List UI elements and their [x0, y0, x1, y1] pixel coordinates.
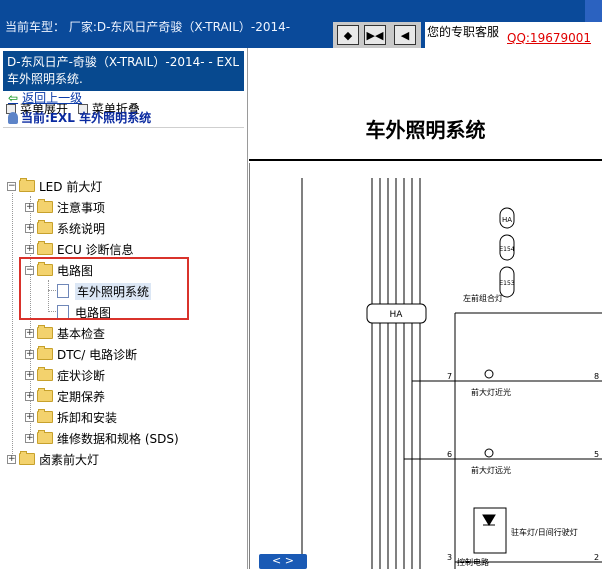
location-icon [8, 112, 18, 124]
expand-toggle-icon[interactable]: + [25, 433, 34, 443]
connector-label-top: HA [502, 216, 512, 224]
sidebar-title: D-东风日产-奇骏（X-TRAIL）-2014- - EXL 车外照明系统. [3, 51, 244, 91]
folder-icon [37, 430, 53, 444]
divider [3, 127, 244, 128]
service-label: 您的专职客服 [427, 25, 500, 39]
pin-number: 7 [447, 372, 452, 381]
folder-open-icon [19, 178, 35, 192]
pin-number: 8 [594, 372, 599, 381]
tree-item-label: 症状诊断 [57, 368, 106, 383]
tree-line [12, 193, 13, 460]
current-location-label: 当前:EXL 车外照明系统 [21, 111, 152, 125]
pin-number: 5 [594, 450, 599, 459]
tree-item-label: 拆卸和安装 [57, 410, 118, 425]
wiring-diagram: HA HA E154 E153 左前组合灯 前大灯近光 前大灯远光 驻车灯/日间… [249, 163, 602, 569]
tree-item-dtc[interactable]: + DTC/ 电路诊断 [25, 344, 137, 364]
document-title: 车外照明系统 [365, 118, 486, 142]
pin-button[interactable]: ◆ [337, 25, 359, 45]
folder-icon [37, 388, 53, 402]
split-view-button[interactable]: ▶◀ [364, 25, 386, 45]
connector-label-e153: E153 [499, 280, 514, 287]
back-link-label: 返回上一级 [22, 91, 83, 105]
expand-toggle-icon[interactable]: + [7, 454, 16, 464]
tree-item-basic-inspection[interactable]: + 基本检查 [25, 323, 105, 343]
tree-item-label: ECU 诊断信息 [57, 242, 134, 257]
expand-toggle-icon[interactable]: + [25, 244, 34, 254]
tree-item-sds[interactable]: + 维修数据和规格 (SDS) [25, 428, 179, 448]
folder-icon [37, 241, 53, 255]
tree-item-symptom[interactable]: + 症状诊断 [25, 365, 105, 385]
tree-item-label: 维修数据和规格 (SDS) [57, 431, 179, 446]
control-circuit-label: 控制电路 [457, 557, 489, 567]
back-link[interactable]: ⇦ 返回上一级 [8, 89, 82, 106]
page-nav-arrows[interactable]: < > [259, 554, 307, 569]
folder-icon [37, 346, 53, 360]
expand-toggle-icon[interactable]: + [25, 412, 34, 422]
tree-item-ecu-diagnosis[interactable]: + ECU 诊断信息 [25, 239, 134, 259]
previous-page-button[interactable]: ◀ [394, 25, 416, 45]
tree-item-halogen-headlamp[interactable]: + 卤素前大灯 [7, 449, 99, 469]
expand-toggle-icon[interactable]: + [25, 202, 34, 212]
folder-icon [37, 325, 53, 339]
folder-icon [37, 409, 53, 423]
tree-item-label: DTC/ 电路诊断 [57, 347, 138, 362]
annotation-highlight [19, 257, 189, 320]
service-qq-link[interactable]: QQ:19679001 [507, 31, 591, 45]
tree-item-maintenance[interactable]: + 定期保养 [25, 386, 105, 406]
expand-toggle-icon[interactable]: + [25, 328, 34, 338]
back-arrow-icon: ⇦ [8, 91, 19, 105]
title-rule [249, 159, 602, 161]
tree-item-label: 系统说明 [57, 221, 106, 236]
tree-item-removal[interactable]: + 拆卸和安装 [25, 407, 117, 427]
window-edge [585, 0, 602, 22]
folder-icon [37, 220, 53, 234]
folder-icon [37, 367, 53, 381]
headlamp-low-label: 前大灯近光 [471, 387, 511, 397]
tree-item-label: LED 前大灯 [39, 179, 103, 194]
folder-icon [19, 451, 35, 465]
folder-icon [37, 199, 53, 213]
parking-lamp-label: 驻车灯/日间行驶灯 [511, 527, 578, 537]
tree-item-system-description[interactable]: + 系统说明 [25, 218, 105, 238]
connector-label-e154: E154 [499, 246, 514, 253]
tree-item-label: 定期保养 [57, 389, 106, 404]
connector-label-ha: HA [390, 310, 404, 320]
headlamp-high-label: 前大灯远光 [471, 465, 511, 475]
pin-number: 6 [447, 450, 452, 459]
tree-item-label: 注意事项 [57, 200, 106, 215]
expand-toggle-icon[interactable]: + [25, 349, 34, 359]
expand-toggle-icon[interactable]: + [25, 391, 34, 401]
collapse-toggle-icon[interactable]: − [7, 181, 16, 191]
pin-number: 3 [447, 553, 452, 562]
tree-item-led-headlamp[interactable]: − LED 前大灯 [7, 176, 102, 196]
current-location: 当前:EXL 车外照明系统 [8, 109, 151, 126]
current-car-model: 当前车型： 厂家:D-东风日产奇骏（X-TRAIL）-2014- [5, 21, 291, 34]
expand-toggle-icon[interactable]: + [25, 370, 34, 380]
tree-item-label: 卤素前大灯 [39, 452, 100, 467]
combo-lamp-label: 左前组合灯 [463, 293, 503, 303]
pin-number: 2 [594, 553, 599, 562]
expand-toggle-icon[interactable]: + [25, 223, 34, 233]
tree-item-precautions[interactable]: + 注意事项 [25, 197, 105, 217]
tree-item-label: 基本检查 [57, 326, 106, 341]
customer-service-box: 您的专职客服 QQ:19679001 [425, 22, 602, 48]
document-viewer[interactable]: 车外照明系统 HA HA E154 E153 左前组合灯 前大灯近光 前大灯远光… [249, 48, 602, 569]
